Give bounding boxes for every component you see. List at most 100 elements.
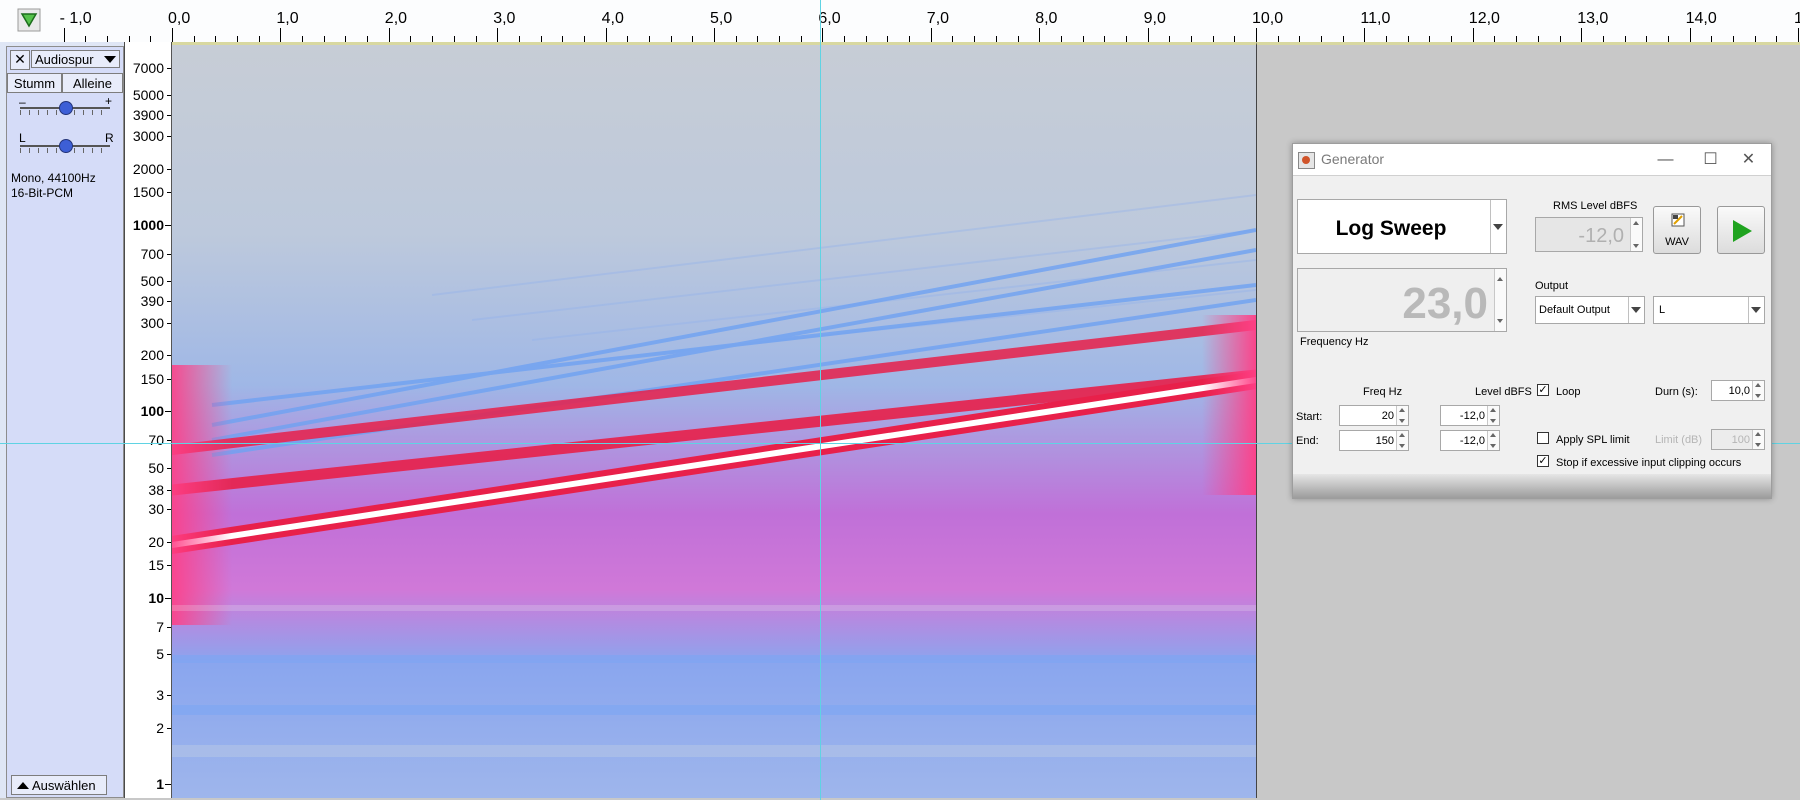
frequency-tick bbox=[165, 411, 171, 413]
pan-slider-knob[interactable] bbox=[59, 139, 73, 153]
chevron-down-icon bbox=[1751, 307, 1761, 313]
frequency-tick bbox=[167, 626, 171, 628]
frequency-tick bbox=[167, 254, 171, 256]
output-device-dropdown[interactable] bbox=[1628, 297, 1644, 323]
end-freq-spinner[interactable] bbox=[1396, 431, 1408, 450]
rms-level-value: -12,0 bbox=[1578, 225, 1624, 247]
close-track-button[interactable]: ✕ bbox=[10, 50, 30, 70]
timeline-tick bbox=[822, 28, 824, 42]
spectrogram-image bbox=[172, 45, 1256, 798]
start-level-field[interactable]: -12,0 bbox=[1440, 405, 1500, 426]
frequency-tick bbox=[167, 564, 171, 566]
generator-titlebar[interactable]: Generator — ☐ ✕ bbox=[1293, 144, 1771, 176]
start-freq-spinner[interactable] bbox=[1396, 406, 1408, 425]
end-level-spinner[interactable] bbox=[1487, 431, 1499, 450]
duration-spinner[interactable] bbox=[1752, 381, 1764, 400]
spl-limit-label: Apply SPL limit bbox=[1556, 434, 1630, 446]
minimize-icon[interactable]: — bbox=[1643, 146, 1688, 173]
signal-type-dropdown[interactable] bbox=[1490, 200, 1506, 253]
timeline-tick bbox=[497, 28, 499, 42]
timeline-tick-label: 1,0 bbox=[276, 10, 299, 27]
end-freq-field[interactable]: 150 bbox=[1339, 430, 1409, 451]
timeline-tick-label: 4,0 bbox=[601, 10, 624, 27]
start-freq-value: 20 bbox=[1381, 410, 1394, 422]
frequency-tick-label: 1500 bbox=[132, 184, 164, 201]
frequency-tick bbox=[167, 301, 171, 303]
stop-clipping-checkbox[interactable]: ✓ bbox=[1537, 455, 1549, 467]
frequency-tick-label: 7000 bbox=[132, 59, 164, 76]
timeline-tick-label: 9,0 bbox=[1143, 10, 1166, 27]
frequency-tick-label: 20 bbox=[148, 533, 164, 550]
frequency-tick-label: 15 bbox=[148, 556, 164, 573]
start-row-label: Start: bbox=[1296, 411, 1323, 423]
frequency-tick bbox=[165, 597, 171, 599]
end-level-field[interactable]: -12,0 bbox=[1440, 430, 1500, 451]
play-button[interactable] bbox=[1717, 206, 1765, 254]
frequency-tick bbox=[167, 67, 171, 69]
frequency-tick-label: 700 bbox=[140, 246, 164, 263]
select-track-button[interactable]: Auswählen bbox=[11, 775, 107, 795]
limit-db-field[interactable]: 100 bbox=[1711, 429, 1765, 450]
end-row-label: End: bbox=[1296, 435, 1319, 447]
timeline-tick-label: 5,0 bbox=[710, 10, 733, 27]
track-control-inner: ✕ Audiospur Stumm Alleine – + L R Mono, … bbox=[6, 46, 124, 798]
chevron-down-icon bbox=[104, 56, 116, 63]
timeline-tick-label: 2,0 bbox=[384, 10, 408, 27]
output-channel-combo[interactable]: L bbox=[1653, 296, 1765, 324]
frequency-tick bbox=[167, 115, 171, 117]
frequency-tick-label: 5000 bbox=[132, 87, 164, 104]
signal-type-combo[interactable]: Log Sweep bbox=[1297, 199, 1507, 254]
wav-button[interactable]: WAV bbox=[1653, 206, 1701, 254]
spectrogram-view[interactable] bbox=[172, 42, 1256, 798]
frequency-field[interactable]: 23,0 bbox=[1297, 268, 1507, 332]
timeline-tick-label: 10,0 bbox=[1252, 10, 1284, 27]
timeline-ruler[interactable]: - 1,0 0,0 1,0 2,0 3,0 4,0 5,0 6,0 7,0 8,0 9,0 10,0 1… bbox=[0, 0, 1800, 43]
timeline-tick-label: 0,0 bbox=[168, 10, 191, 27]
limit-db-spinner[interactable] bbox=[1752, 430, 1764, 449]
rms-level-spinner[interactable] bbox=[1630, 218, 1642, 251]
select-track-label: Auswählen bbox=[32, 778, 96, 793]
mute-button[interactable]: Stumm bbox=[7, 73, 62, 93]
frequency-tick bbox=[167, 489, 171, 491]
play-position-marker-icon[interactable] bbox=[17, 8, 41, 32]
frequency-tick-label: 150 bbox=[140, 370, 164, 387]
wav-label: WAV bbox=[1665, 236, 1689, 248]
solo-button[interactable]: Alleine bbox=[62, 73, 123, 93]
duration-field[interactable]: 10,0 bbox=[1711, 380, 1765, 401]
timeline-tick-label: 6,0 bbox=[818, 10, 841, 27]
frequency-tick-label: 3000 bbox=[132, 128, 164, 145]
timeline-tick bbox=[1364, 28, 1366, 42]
duration-value: 10,0 bbox=[1728, 385, 1750, 397]
gain-slider-knob[interactable] bbox=[59, 101, 73, 115]
timeline-tick bbox=[1472, 28, 1474, 42]
frequency-tick-label: 1 bbox=[156, 776, 164, 792]
output-label: Output bbox=[1535, 280, 1569, 292]
spl-limit-checkbox[interactable] bbox=[1537, 432, 1549, 444]
output-channel-value: L bbox=[1659, 304, 1666, 316]
play-cursor-vertical bbox=[820, 0, 821, 800]
timeline-tick bbox=[1581, 28, 1583, 42]
frequency-tick-label: 3 bbox=[156, 687, 164, 704]
loop-checkbox[interactable]: ✓ bbox=[1537, 384, 1549, 396]
timeline-tick bbox=[1256, 28, 1257, 42]
close-icon[interactable]: ✕ bbox=[1726, 146, 1771, 173]
output-device-combo[interactable]: Default Output bbox=[1535, 296, 1645, 324]
frequency-tick-label: 2 bbox=[156, 719, 164, 736]
rms-level-field[interactable]: -12,0 bbox=[1535, 217, 1643, 252]
frequency-tick bbox=[167, 727, 171, 729]
timeline-tick-label: 7,0 bbox=[926, 10, 950, 27]
timeline-tick bbox=[1689, 28, 1691, 42]
start-freq-field[interactable]: 20 bbox=[1339, 405, 1409, 426]
start-level-spinner[interactable] bbox=[1487, 406, 1499, 425]
frequency-tick-label: 10 bbox=[148, 589, 164, 606]
track-name-menu[interactable]: Audiospur bbox=[31, 50, 120, 68]
end-freq-value: 150 bbox=[1375, 435, 1394, 447]
frequency-spinner[interactable] bbox=[1494, 269, 1506, 331]
timeline-tick-label: 3,0 bbox=[493, 10, 516, 27]
frequency-tick-label: 7 bbox=[156, 618, 164, 635]
timeline-tick bbox=[172, 28, 173, 42]
output-channel-dropdown[interactable] bbox=[1748, 297, 1764, 323]
frequency-tick-label: 70 bbox=[148, 432, 164, 449]
collapse-up-icon bbox=[17, 782, 29, 789]
timeline-tick-label: 15,0 bbox=[1794, 10, 1800, 27]
